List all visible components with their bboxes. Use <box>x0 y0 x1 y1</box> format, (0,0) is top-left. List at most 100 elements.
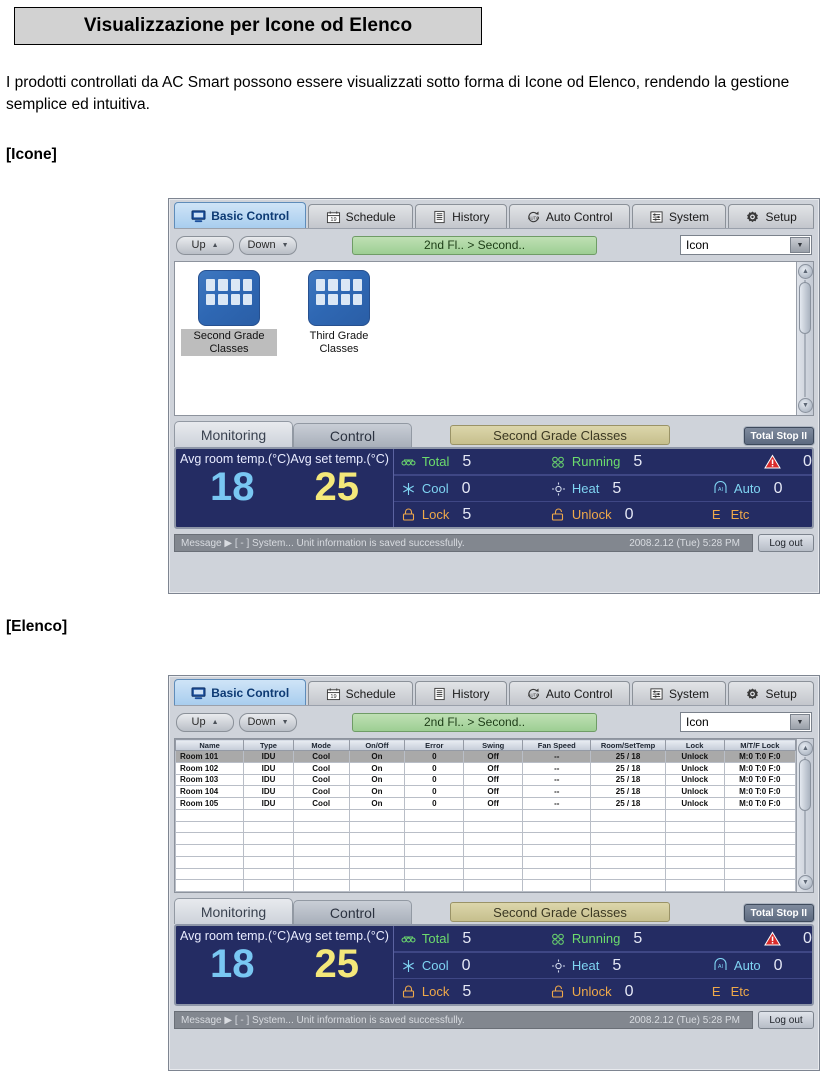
tab-basic-control[interactable]: Basic Control <box>174 679 307 705</box>
table-cell <box>292 844 350 857</box>
tab-system[interactable]: System <box>631 681 727 705</box>
gear-icon <box>747 687 759 699</box>
tab-basic-control[interactable]: Basic Control <box>174 202 307 228</box>
table-column-header[interactable]: Fan Speed <box>522 739 592 751</box>
status-value: 0 <box>773 479 783 497</box>
table-cell: 25 / 18 <box>590 797 666 810</box>
table-cell: Cool <box>292 773 350 787</box>
logout-button[interactable]: Log out <box>758 534 814 552</box>
table-cell <box>590 855 666 869</box>
table-row[interactable]: Room 103 IDU Cool On 0 Off -- 25 / 18 Unlock M:0 … <box>174 773 797 787</box>
status-board: Avg room temp.(°C) Avg set temp.(°C) 18 … <box>174 447 814 529</box>
status-label: Auto <box>733 958 761 973</box>
tab-schedule[interactable]: 19 Schedule <box>308 681 413 705</box>
table-row-empty[interactable] <box>174 820 797 834</box>
status-row-3: Lock 5 Unlock 0 E Etc <box>393 978 812 1004</box>
tab-auto-control[interactable]: AUTO Auto Control <box>508 681 630 705</box>
main-tab-bar: Basic Control 19 Schedule History AUTO A… <box>174 679 815 706</box>
up-button[interactable]: Up ▲ <box>176 235 234 255</box>
table-cell <box>348 844 406 857</box>
scroll-down-icon[interactable]: ▼ <box>798 875 813 890</box>
tab-schedule[interactable]: 19 Schedule <box>308 204 413 228</box>
status-value: 0 <box>461 956 471 974</box>
folder-item[interactable]: Second Grade Classes <box>181 270 277 356</box>
status-auto: AI Auto 0 <box>712 957 812 975</box>
acsmart-panel-list-view: Basic Control 19 Schedule History AUTO A… <box>168 675 820 1071</box>
table-row[interactable]: Room 104 IDU Cool On 0 Off -- 25 / 18 Unlock M:0 … <box>174 785 797 798</box>
view-mode-value: Icon <box>686 715 709 729</box>
scroll-up-icon[interactable]: ▲ <box>798 264 813 279</box>
folder-item[interactable]: Third Grade Classes <box>291 270 387 356</box>
zone-name-banner: Second Grade Classes <box>450 902 670 922</box>
scrollbar-thumb[interactable] <box>799 759 811 811</box>
chevron-down-icon[interactable]: ▼ <box>790 714 810 730</box>
table-row-empty[interactable] <box>174 855 797 869</box>
table-row[interactable]: Room 101 IDU Cool On 0 Off -- 25 / 18 Unlock M:0 … <box>174 750 797 763</box>
tab-control[interactable]: Control <box>293 900 412 924</box>
tab-history[interactable]: History <box>414 681 507 705</box>
table-cell <box>463 820 524 834</box>
view-mode-select[interactable]: Icon ▼ <box>680 235 812 255</box>
logout-button[interactable]: Log out <box>758 1011 814 1029</box>
table-cell: 0 <box>404 797 465 810</box>
lock-open-icon <box>551 508 563 521</box>
table-row[interactable]: Room 102 IDU Cool On 0 Off -- 25 / 18 Unlock M:0 … <box>174 761 797 775</box>
total-stop-button[interactable]: Total Stop II <box>743 427 814 445</box>
table-column-header[interactable]: Type <box>243 739 294 751</box>
tab-setup[interactable]: Setup <box>728 204 815 228</box>
down-button[interactable]: Down ▼ <box>239 235 297 255</box>
status-etc: E Etc <box>712 507 812 522</box>
tab-monitoring[interactable]: Monitoring <box>174 898 293 924</box>
table-cell: Unlock <box>664 761 725 775</box>
status-label: Lock <box>421 984 450 999</box>
scroll-up-icon[interactable]: ▲ <box>798 741 813 756</box>
table-column-header[interactable]: Mode <box>292 739 350 751</box>
view-mode-select[interactable]: Icon ▼ <box>680 712 812 732</box>
table-column-header[interactable]: Swing <box>463 739 524 751</box>
table-vertical-scrollbar[interactable]: ▲ ▼ <box>796 739 813 892</box>
table-column-header[interactable]: Name <box>174 739 245 751</box>
status-value: 0 <box>624 982 634 1000</box>
chevron-down-icon[interactable]: ▼ <box>790 237 810 253</box>
table-cell: -- <box>522 785 592 798</box>
table-cell: Cool <box>292 750 350 763</box>
table-row-empty[interactable] <box>174 808 797 822</box>
status-label: Cool <box>421 481 449 496</box>
tab-system[interactable]: System <box>631 204 727 228</box>
table-cell <box>522 844 592 857</box>
scroll-down-icon[interactable]: ▼ <box>798 398 813 413</box>
temperature-summary: Avg room temp.(°C) Avg set temp.(°C) 18 … <box>176 926 394 1004</box>
status-unlock: Unlock 0 <box>550 983 712 1001</box>
timestamp: 2008.2.12 (Tue) 5:28 PM <box>629 1014 740 1026</box>
scrollbar-thumb[interactable] <box>799 282 811 334</box>
down-button[interactable]: Down ▼ <box>239 712 297 732</box>
temperature-summary: Avg room temp.(°C) Avg set temp.(°C) 18 … <box>176 449 394 527</box>
tab-auto-control[interactable]: AUTO Auto Control <box>508 204 630 228</box>
table-row-empty[interactable] <box>174 832 797 845</box>
total-stop-button[interactable]: Total Stop II <box>743 904 814 922</box>
table-column-header[interactable]: Lock <box>664 739 725 751</box>
up-button[interactable]: Up ▲ <box>176 712 234 732</box>
content-vertical-scrollbar[interactable]: ▲ ▼ <box>796 262 813 415</box>
table-cell <box>243 879 294 892</box>
status-heat: Heat 5 <box>550 480 712 498</box>
table-row-empty[interactable] <box>174 867 797 881</box>
table-column-header[interactable]: On/Off <box>348 739 406 751</box>
tab-monitoring[interactable]: Monitoring <box>174 421 293 447</box>
tab-history[interactable]: History <box>414 204 507 228</box>
table-cell <box>664 879 725 892</box>
table-row-empty[interactable] <box>174 844 797 857</box>
main-tab-bar: Basic Control 19 Schedule History AUTO A… <box>174 202 815 229</box>
table-row-empty[interactable] <box>174 879 797 892</box>
table-row[interactable]: Room 105 IDU Cool On 0 Off -- 25 / 18 Unlock M:0 … <box>174 797 797 810</box>
tab-control[interactable]: Control <box>293 423 412 447</box>
table-column-header[interactable]: Error <box>404 739 465 751</box>
caret-up-icon: ▲ <box>211 718 219 726</box>
tab-setup[interactable]: Setup <box>728 681 815 705</box>
location-breadcrumb: 2nd Fl.. > Second.. <box>352 712 597 732</box>
units-icon <box>401 459 416 465</box>
table-column-header[interactable]: Room/SetTemp <box>590 739 666 751</box>
table-column-header[interactable]: M/T/F Lock <box>723 739 797 751</box>
status-total: Total 5 <box>400 453 550 471</box>
svg-text:AI: AI <box>718 964 724 970</box>
